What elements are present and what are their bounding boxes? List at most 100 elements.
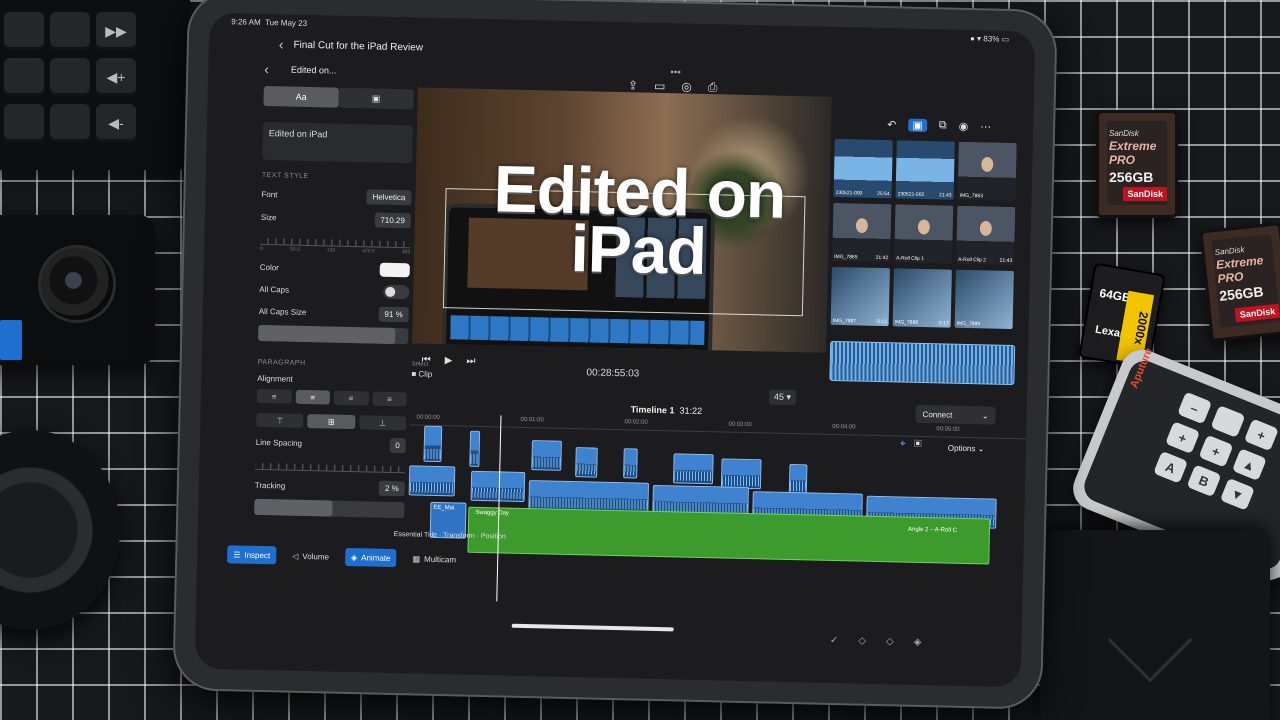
- select-label: Select: [411, 361, 429, 368]
- all-caps-size-field[interactable]: 91 %: [378, 306, 409, 323]
- home-indicator: [511, 623, 674, 632]
- multicam-button[interactable]: ▦ Multicam: [406, 549, 462, 568]
- inspector-back-icon[interactable]: ‹: [264, 61, 269, 77]
- memory-card-1: SanDisk Extreme PRO 256GB SanDisk: [1096, 110, 1178, 218]
- all-caps-size-label: All Caps Size: [258, 306, 307, 317]
- browser-clip[interactable]: IMG_7889: [954, 269, 1014, 330]
- more-dots-icon[interactable]: •••: [670, 67, 681, 78]
- viewer[interactable]: Edited on iPad: [412, 87, 832, 353]
- project-title: Final Cut for the iPad Review: [293, 39, 424, 54]
- align-bottom-icon[interactable]: ⊥: [358, 415, 407, 431]
- timeline-clip[interactable]: [623, 448, 638, 479]
- browser-toolbar: ↶ ▣ ⧉ ◉ ⋯: [887, 118, 991, 133]
- timeline-clip[interactable]: [531, 440, 562, 471]
- timeline-clip[interactable]: [408, 465, 456, 497]
- memory-card-2: SanDisk Extreme PRO 256GB SanDisk: [1199, 222, 1280, 342]
- ipad-device: 9:26 AM Tue May 23 ● ▾ 83% ▭ ‹ Final Cut…: [172, 0, 1058, 710]
- size-label: Size: [260, 212, 277, 223]
- browser-clip[interactable]: IMG_7888 0:17: [892, 268, 952, 328]
- skip-forward-icon[interactable]: ⏭: [466, 355, 475, 366]
- keyframe-next-icon[interactable]: ◇: [886, 636, 894, 647]
- timeline-clip[interactable]: [720, 458, 762, 490]
- more-icon[interactable]: ⋯: [980, 120, 991, 133]
- timeline-clip[interactable]: [469, 430, 481, 467]
- audio-waveform-clip[interactable]: [829, 340, 1016, 386]
- alignment-control: ≡ ≡ ≡ ≡: [256, 388, 407, 407]
- browser-clip[interactable]: IMG_7887 0:13: [830, 266, 890, 327]
- tracking-label: Tracking: [254, 480, 286, 491]
- copy-icon[interactable]: ⧉: [939, 119, 947, 132]
- section-paragraph: PARAGRAPH: [257, 358, 306, 367]
- timeline-clip[interactable]: [788, 463, 808, 495]
- export-icon[interactable]: ⎙: [708, 80, 718, 95]
- browser-clip[interactable]: IMG_7863: [957, 141, 1017, 202]
- external-drive: [1040, 530, 1270, 720]
- animate-button[interactable]: ◈ Animate: [344, 547, 397, 568]
- camera-icon[interactable]: ▭: [654, 79, 666, 94]
- all-caps-toggle[interactable]: [383, 284, 410, 300]
- inspector-clip-name: Edited on...: [290, 64, 337, 76]
- inspector-panel: ‹ Edited on... Aa ▣ Edited on iPad TEXT …: [253, 58, 415, 571]
- browser-clip[interactable]: A-Roll Clip 1: [894, 204, 954, 264]
- align-top-icon[interactable]: ⊤: [256, 412, 304, 428]
- share-icon[interactable]: ⇪: [628, 78, 638, 93]
- volume-button[interactable]: ◁ Volume: [286, 547, 335, 566]
- action-camera: [0, 215, 155, 365]
- inspect-button[interactable]: ☰ Inspect: [227, 545, 277, 565]
- ipad-screen: 9:26 AM Tue May 23 ● ▾ 83% ▭ ‹ Final Cut…: [194, 12, 1036, 688]
- align-left-icon[interactable]: ≡: [256, 388, 292, 404]
- text-content-field[interactable]: Edited on iPad: [262, 121, 414, 164]
- photos-icon[interactable]: ▣: [908, 118, 927, 133]
- keyboard: ▶▶ ◀+ ◀-: [0, 0, 190, 170]
- keyframe-tools: ✓ ◇ ◇ ◈: [830, 635, 922, 648]
- section-text-style: TEXT STYLE: [261, 171, 309, 181]
- clip-selector[interactable]: ■ Clip: [411, 369, 432, 378]
- timeline-clip[interactable]: [575, 447, 598, 478]
- line-spacing-field[interactable]: 0: [389, 437, 406, 454]
- align-right-icon[interactable]: ≡: [333, 390, 369, 406]
- angle-label: Angle 2 – A-Roll C: [907, 526, 958, 534]
- project-header: ‹ Final Cut for the iPad Review: [279, 36, 424, 55]
- status-time: 9:26 AM Tue May 23: [231, 17, 308, 28]
- browser-clip[interactable]: 230521-002 21:43: [895, 140, 955, 200]
- title-text-overlay[interactable]: Edited on iPad: [448, 151, 831, 288]
- line-spacing-slider[interactable]: [255, 455, 406, 474]
- timeline-title: Timeline 1 31:22: [630, 404, 703, 416]
- browser-clip[interactable]: IMG_7865 21:42: [832, 202, 892, 263]
- play-icon[interactable]: ▶: [445, 355, 453, 366]
- tracking-field[interactable]: 2 %: [378, 480, 405, 497]
- font-picker[interactable]: Helvetica: [366, 189, 412, 206]
- all-caps-size-slider[interactable]: [258, 324, 409, 345]
- status-battery: ● ▾ 83% ▭: [969, 33, 1010, 44]
- align-center-icon[interactable]: ≡: [295, 389, 331, 405]
- inspector-tabs: Aa ▣: [263, 85, 414, 110]
- vertical-alignment-control: ⊤ ⊞ ⊥: [256, 412, 407, 431]
- color-label: Color: [259, 262, 280, 272]
- camera-lens: [0, 430, 120, 630]
- align-justify-icon[interactable]: ≡: [372, 391, 407, 407]
- playback-icon[interactable]: ◉: [959, 120, 969, 133]
- alignment-label: Alignment: [257, 373, 293, 384]
- tab-text[interactable]: Aa: [263, 85, 339, 108]
- undo-icon[interactable]: ↶: [887, 118, 897, 131]
- size-field[interactable]: 710.29: [374, 212, 412, 229]
- timeline-clip[interactable]: [672, 453, 714, 485]
- camera-badge: [0, 320, 22, 360]
- color-swatch[interactable]: [379, 262, 410, 278]
- browser-clip[interactable]: 230521-000 25:54: [833, 138, 893, 199]
- tracking-slider[interactable]: [254, 498, 405, 519]
- checkmark-icon[interactable]: ✓: [830, 635, 839, 646]
- back-icon[interactable]: ‹: [279, 36, 284, 52]
- voiceover-icon[interactable]: ◎: [681, 79, 692, 94]
- browser-clip[interactable]: A-Roll Clip 2 21:43: [956, 205, 1016, 266]
- zoom-control[interactable]: 45 ▾: [768, 389, 797, 406]
- align-middle-icon[interactable]: ⊞: [307, 414, 356, 430]
- all-caps-label: All Caps: [259, 284, 290, 295]
- line-spacing-label: Line Spacing: [255, 437, 303, 448]
- connect-button[interactable]: Connect ⌄: [915, 404, 996, 425]
- keyframe-add-icon[interactable]: ◈: [914, 637, 922, 648]
- timeline-clip[interactable]: [423, 425, 443, 463]
- timecode-display: 00:28:55:03: [586, 367, 640, 380]
- tab-shape[interactable]: ▣: [338, 87, 414, 110]
- keyframe-icon[interactable]: ◇: [858, 636, 866, 647]
